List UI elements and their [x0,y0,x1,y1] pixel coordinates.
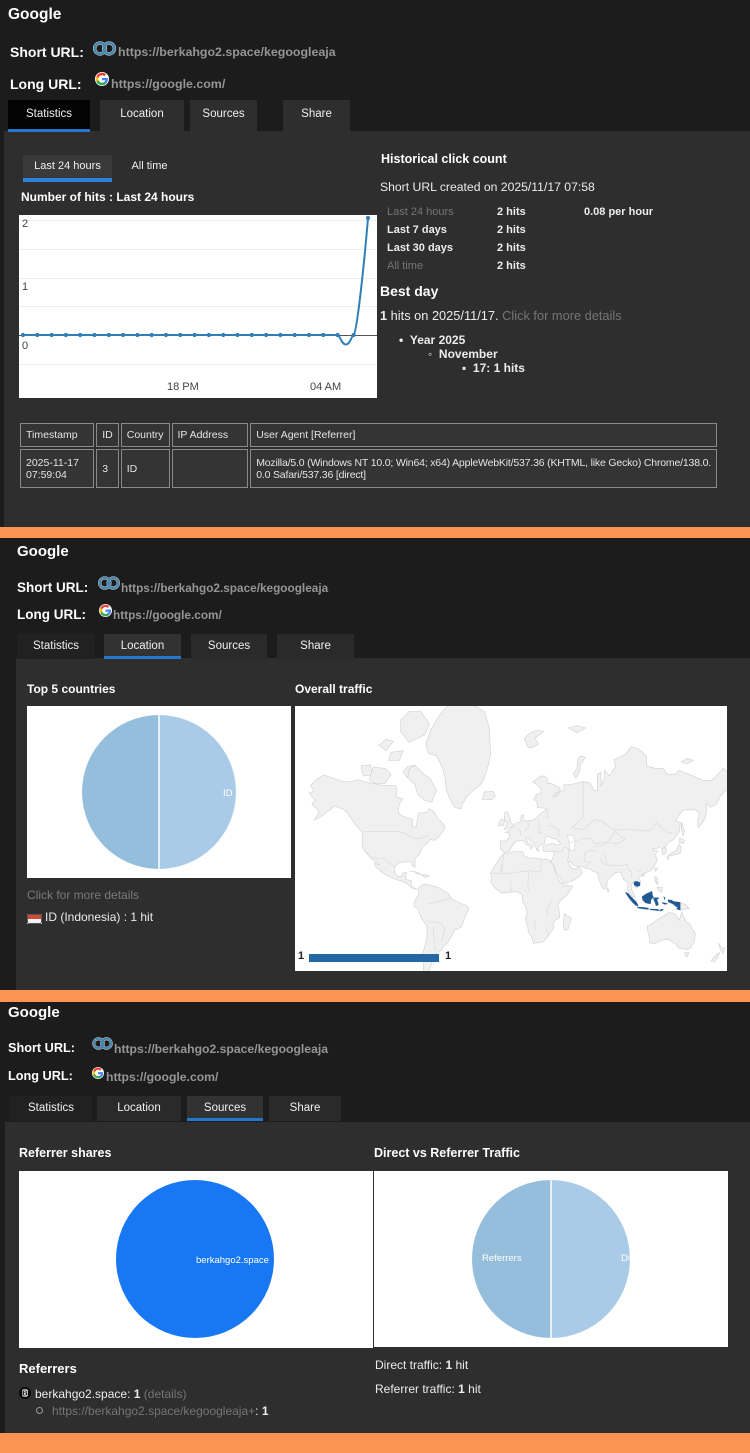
svg-text:0: 0 [22,340,28,352]
svg-text:18 PM: 18 PM [167,381,199,393]
svg-text:04 AM: 04 AM [310,381,341,393]
svg-text:2: 2 [22,218,28,230]
svg-text:berkahgo2.space: berkahgo2.space [196,1255,269,1266]
svg-text:Di: Di [621,1253,630,1264]
svg-text:Referrers: Referrers [482,1253,522,1264]
svg-text:B: B [22,1389,28,1398]
svg-text:1: 1 [22,281,28,293]
svg-text:ID: ID [223,788,233,799]
